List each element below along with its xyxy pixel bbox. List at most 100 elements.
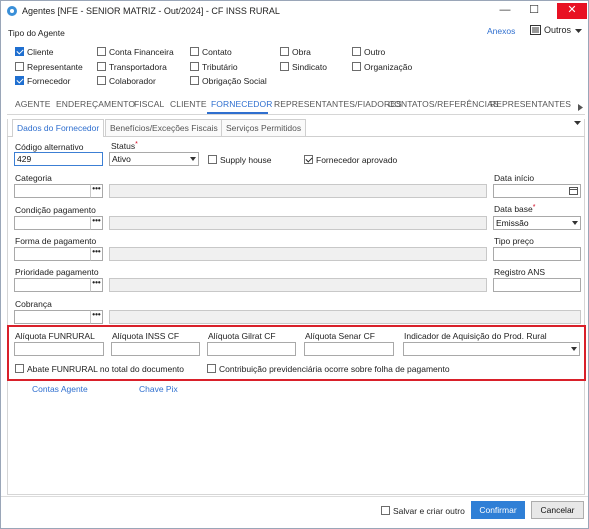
obra-checkbox[interactable] (280, 47, 289, 56)
calendar-icon[interactable] (569, 187, 578, 195)
footer-divider (1, 496, 588, 497)
data-base-label: Data base* (494, 204, 536, 214)
representante-label: Representante (27, 62, 83, 72)
forma-pagamento-description-field (109, 247, 487, 261)
cancelar-button[interactable]: Cancelar (531, 501, 584, 519)
cobranca-code-input[interactable] (14, 310, 92, 324)
cliente-label: Cliente (27, 47, 54, 57)
aliquota-senar-cf-input[interactable] (304, 342, 394, 356)
fornecedor-checkbox[interactable] (15, 76, 24, 85)
cobranca-lookup-button[interactable]: ••• (90, 310, 103, 324)
cobranca-description-field (109, 310, 581, 324)
organizacao-checkbox[interactable] (352, 62, 361, 71)
chevron-down-icon (190, 157, 196, 161)
maximize-button[interactable]: ☐ (521, 3, 547, 19)
outros-icon (530, 25, 541, 35)
data-inicio-label: Data início (494, 173, 535, 183)
sindicato-checkbox[interactable] (280, 62, 289, 71)
forma-pagamento-lookup-button[interactable]: ••• (90, 247, 103, 261)
contato-checkbox[interactable] (190, 47, 199, 56)
representante-checkbox[interactable] (15, 62, 24, 71)
cliente-checkbox[interactable] (15, 47, 24, 56)
subtab-beneficios-excecoes[interactable]: Benefícios/Exceções Fiscais (105, 119, 223, 136)
forma-pagamento-code-input[interactable] (14, 247, 92, 261)
app-icon (7, 6, 17, 16)
data-inicio-input[interactable] (493, 184, 581, 198)
tabs-divider (7, 114, 585, 115)
tab-fornecedor[interactable]: FORNECEDOR (211, 99, 272, 113)
abate-funrural-label: Abate FUNRURAL no total do documento (27, 364, 185, 374)
status-select[interactable]: Ativo (109, 152, 199, 166)
conta-financeira-label: Conta Financeira (109, 47, 174, 57)
outros-label: Outros (544, 25, 572, 35)
condicao-pagamento-label: Condição pagamento (15, 205, 96, 215)
tipo-preco-input[interactable] (493, 247, 581, 261)
subtab-servicos-permitidos[interactable]: Serviços Permitidos (221, 119, 307, 136)
anexos-link[interactable]: Anexos (487, 26, 515, 36)
data-base-select[interactable]: Emissão (493, 216, 581, 230)
aliquota-gilrat-cf-input[interactable] (207, 342, 296, 356)
supply-house-checkbox[interactable] (208, 155, 217, 164)
aliquota-funrural-label: Alíquota FUNRURAL (15, 331, 95, 341)
minimize-button[interactable]: — (492, 3, 518, 19)
transportadora-checkbox[interactable] (97, 62, 106, 71)
confirmar-button[interactable]: Confirmar (471, 501, 525, 519)
tab-cliente[interactable]: CLIENTE (170, 99, 207, 113)
codigo-alternativo-label: Código alternativo (15, 142, 84, 152)
categoria-label: Categoria (15, 173, 52, 183)
tab-contatos-referencias[interactable]: CONTATOS/REFERÊNCIAS (388, 99, 499, 113)
condicao-pagamento-code-input[interactable] (14, 216, 92, 230)
fornecedor-aprovado-label: Fornecedor aprovado (316, 155, 398, 165)
status-label: Status* (111, 141, 138, 151)
categoria-lookup-button[interactable]: ••• (90, 184, 103, 198)
tab-representantes-relac[interactable]: REPRESENTANTES RELAC (490, 99, 574, 113)
contribuicao-previdenciaria-checkbox[interactable] (207, 364, 216, 373)
outros-menu[interactable]: Outros (530, 24, 584, 37)
indicador-aquisicao-select[interactable] (403, 342, 580, 356)
close-button[interactable]: ✕ (557, 3, 587, 19)
status-value: Ativo (112, 154, 131, 164)
chave-pix-link[interactable]: Chave Pix (139, 384, 178, 394)
conta-financeira-checkbox[interactable] (97, 47, 106, 56)
tab-agente[interactable]: AGENTE (15, 99, 51, 113)
tributario-checkbox[interactable] (190, 62, 199, 71)
salvar-criar-outro-checkbox[interactable] (381, 506, 390, 515)
forma-pagamento-label: Forma de pagamento (15, 236, 97, 246)
registro-ans-input[interactable] (493, 278, 581, 292)
aliquota-funrural-input[interactable] (14, 342, 104, 356)
subtabs-chevron-icon[interactable] (574, 121, 581, 125)
condicao-pagamento-lookup-button[interactable]: ••• (90, 216, 103, 230)
prioridade-pagamento-lookup-button[interactable]: ••• (90, 278, 103, 292)
categoria-code-input[interactable] (14, 184, 92, 198)
contas-agente-link[interactable]: Contas Agente (32, 384, 88, 394)
agentes-window: Agentes [NFE - SENIOR MATRIZ - Out/2024]… (0, 0, 589, 529)
obrigacao-social-checkbox[interactable] (190, 76, 199, 85)
chevron-down-icon (572, 221, 578, 225)
fornecedor-aprovado-checkbox[interactable] (304, 155, 313, 164)
aliquota-gilrat-cf-label: Alíquota Gilrat CF (208, 331, 276, 341)
title-bar: Agentes [NFE - SENIOR MATRIZ - Out/2024]… (1, 1, 588, 22)
tab-enderecamento[interactable]: ENDEREÇAMENTO (56, 99, 135, 113)
tributario-label: Tributário (202, 62, 238, 72)
chevron-down-icon (571, 347, 577, 351)
tabs-scroll-right-icon[interactable] (578, 104, 583, 111)
tab-fiscal[interactable]: FISCAL (134, 99, 164, 113)
outro-checkbox[interactable] (352, 47, 361, 56)
aliquota-inss-cf-label: Alíquota INSS CF (112, 331, 180, 341)
colaborador-checkbox[interactable] (97, 76, 106, 85)
cobranca-label: Cobrança (15, 299, 52, 309)
status-required-marker: * (135, 141, 138, 148)
colaborador-label: Colaborador (109, 76, 156, 86)
aliquota-inss-cf-input[interactable] (111, 342, 200, 356)
subtab-dados-fornecedor[interactable]: Dados do Fornecedor (12, 119, 105, 137)
obrigacao-social-label: Obrigação Social (202, 76, 267, 86)
data-base-value: Emissão (496, 218, 529, 228)
outro-label: Outro (364, 47, 386, 57)
prioridade-pagamento-code-input[interactable] (14, 278, 92, 292)
abate-funrural-checkbox[interactable] (15, 364, 24, 373)
obra-label: Obra (292, 47, 311, 57)
organizacao-label: Organização (364, 62, 413, 72)
prioridade-pagamento-label: Prioridade pagamento (15, 267, 99, 277)
codigo-alternativo-input[interactable]: 429 (14, 152, 103, 166)
tab-representantes-fiadores[interactable]: REPRESENTANTES/FIADORES (274, 99, 402, 113)
